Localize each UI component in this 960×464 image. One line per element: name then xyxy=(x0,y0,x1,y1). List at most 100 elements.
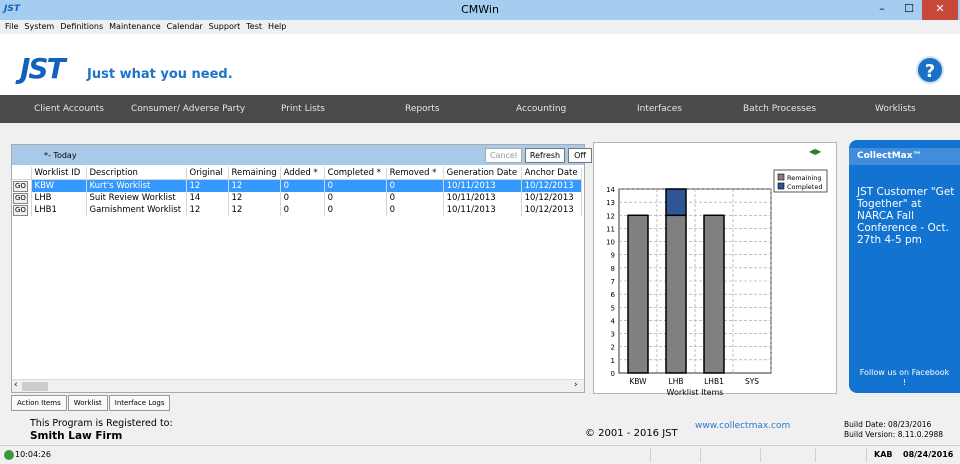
build-version: Build Version: 8.11.0.2988 xyxy=(844,430,944,439)
go-button[interactable]: GO xyxy=(13,181,28,192)
y-tick-label: 5 xyxy=(611,304,615,312)
tab-action-items[interactable]: Action Items xyxy=(11,395,67,411)
table-cell: 10/11/2013 xyxy=(443,192,522,204)
maximize-button[interactable]: ☐ xyxy=(896,0,922,20)
y-tick-label: 6 xyxy=(611,291,616,299)
bar-remaining xyxy=(627,214,649,374)
menu-file[interactable]: File xyxy=(2,20,21,34)
column-header[interactable]: Remaining xyxy=(228,167,281,180)
legend-label: Remaining xyxy=(787,174,822,182)
x-tick-label: SYS xyxy=(745,377,759,386)
menu-calendar[interactable]: Calendar xyxy=(164,20,206,34)
table-cell: LHB xyxy=(31,192,87,204)
y-tick-label: 10 xyxy=(606,239,615,247)
table-cell: 10/12/2013 xyxy=(521,192,582,204)
y-tick-label: 13 xyxy=(606,199,615,207)
bar-remaining xyxy=(665,214,687,374)
table-row[interactable]: GO LHB Suit Review Worklist 14 12 0 0 0 10/11/20… xyxy=(12,192,582,204)
nav-consumer-adverse-party[interactable]: Consumer/ Adverse Party xyxy=(131,95,245,123)
copyright: © 2001 - 2016 JST xyxy=(585,428,678,439)
table-cell: KBW xyxy=(31,179,87,192)
nav-reports[interactable]: Reports xyxy=(405,95,440,123)
nav-accounting[interactable]: Accounting xyxy=(516,95,566,123)
menu-help[interactable]: Help xyxy=(265,20,289,34)
x-axis-label: Worklist Items xyxy=(667,388,724,395)
help-icon[interactable]: ? xyxy=(916,56,944,84)
clock-icon xyxy=(4,450,14,460)
close-button[interactable]: ✕ xyxy=(922,0,958,20)
go-button[interactable]: GO xyxy=(13,205,28,216)
registered-label: This Program is Registered to: xyxy=(30,418,173,429)
tagline: Just what you need. xyxy=(87,67,233,82)
y-tick-label: 9 xyxy=(611,252,615,260)
nav-print-lists[interactable]: Print Lists xyxy=(281,95,325,123)
table-cell: Garnishment Worklist xyxy=(86,204,187,216)
ad-body[interactable]: JST Customer "Get Together" at NARCA Fal… xyxy=(857,186,957,246)
column-header[interactable]: Worklist ID xyxy=(31,167,87,180)
tab-worklist[interactable]: Worklist xyxy=(67,395,108,411)
banner: JST Just what you need. ? xyxy=(0,34,960,95)
table-cell: 12 xyxy=(186,179,229,192)
table-cell: 10/11/2013 xyxy=(443,204,522,216)
scroll-right-icon[interactable]: › xyxy=(574,380,578,390)
table-cell: 0 xyxy=(324,192,387,204)
y-tick-label: 3 xyxy=(611,331,615,339)
bottom-tabs: Action Items Worklist Interface Logs xyxy=(11,395,171,411)
column-header[interactable]: Description xyxy=(86,167,187,180)
y-tick-label: 2 xyxy=(611,344,615,352)
refresh-button[interactable]: Refresh xyxy=(525,148,565,163)
table-cell: 10/12/2013 xyxy=(521,179,582,192)
table-cell: 12 xyxy=(228,179,281,192)
horizontal-scrollbar[interactable]: ‹ › xyxy=(12,379,584,392)
scroll-thumb[interactable] xyxy=(22,382,48,391)
today-filter[interactable]: *- Today xyxy=(44,151,77,160)
table-cell: 0 xyxy=(280,204,325,216)
y-tick-label: 11 xyxy=(606,225,615,233)
column-header[interactable]: Added * xyxy=(280,167,325,180)
workspace: *- Today Cancel Refresh Off Worklist ID … xyxy=(0,123,960,445)
y-tick-label: 12 xyxy=(606,212,615,220)
build-info: Build Date: 08/23/2016 Build Version: 8.… xyxy=(844,420,943,440)
minimize-button[interactable]: – xyxy=(868,0,896,20)
nav-worklists[interactable]: Worklists xyxy=(875,95,916,123)
column-header[interactable]: Original xyxy=(186,167,229,180)
column-header[interactable]: Completed * xyxy=(324,167,387,180)
menu-system[interactable]: System xyxy=(21,20,57,34)
nav-batch-processes[interactable]: Batch Processes xyxy=(743,95,816,123)
table-row[interactable]: GO LHB1 Garnishment Worklist 12 12 0 0 0 10/11/2… xyxy=(12,204,582,216)
cancel-button[interactable]: Cancel xyxy=(485,148,522,163)
table-cell: 0 xyxy=(280,192,325,204)
column-header[interactable]: Removed * xyxy=(386,167,444,180)
menu-support[interactable]: Support xyxy=(206,20,244,34)
scroll-left-icon[interactable]: ‹ xyxy=(14,380,18,390)
go-cell: GO xyxy=(12,179,32,192)
go-button[interactable]: GO xyxy=(13,193,28,204)
menu-definitions[interactable]: Definitions xyxy=(57,20,106,34)
table-row[interactable]: GO KBW Kurt's Worklist 12 12 0 0 0 10/11/2013 10/… xyxy=(12,179,582,192)
legend-swatch xyxy=(777,173,785,181)
nav-interfaces[interactable]: Interfaces xyxy=(637,95,682,123)
facebook-link[interactable]: Follow us on Facebook ! xyxy=(857,368,952,388)
off-button[interactable]: Off xyxy=(568,148,592,163)
nav-client-accounts[interactable]: Client Accounts xyxy=(34,95,104,123)
table-cell: 0 xyxy=(386,204,444,216)
menu-maintenance[interactable]: Maintenance xyxy=(106,20,164,34)
table-cell: 14 xyxy=(186,192,229,204)
worklist-chart-panel: ◀▶ 0 1 2 3 4 5 6 7 8 9 10 11 12 13 14 KBW LHB LHB1 SYS Work… xyxy=(593,142,837,395)
table-cell: 0 xyxy=(386,179,444,192)
worklist-chart: 01234567891011121314KBW LHB LHB1 SYSWorklis… xyxy=(606,169,828,395)
y-tick-label: 0 xyxy=(611,370,615,378)
status-bar: 10:04:26 KAB 08/24/2016 xyxy=(0,445,960,464)
table-cell: 10/12/2013 xyxy=(521,204,582,216)
tab-interface-logs[interactable]: Interface Logs xyxy=(108,395,171,411)
website-link[interactable]: www.collectmax.com xyxy=(695,421,790,431)
menu-bar: File System Definitions Maintenance Cale… xyxy=(0,20,960,34)
main-nav: Client Accounts Consumer/ Adverse Party … xyxy=(0,95,960,123)
column-header[interactable]: Generation Date xyxy=(443,167,522,180)
column-header[interactable]: Anchor Date xyxy=(521,167,582,180)
x-tick-label: LHB xyxy=(669,377,684,386)
y-tick-label: 7 xyxy=(611,278,615,286)
y-tick-label: 1 xyxy=(611,357,615,365)
worklist-table: Worklist ID Description Original Remaini… xyxy=(12,167,582,216)
menu-test[interactable]: Test xyxy=(243,20,265,34)
